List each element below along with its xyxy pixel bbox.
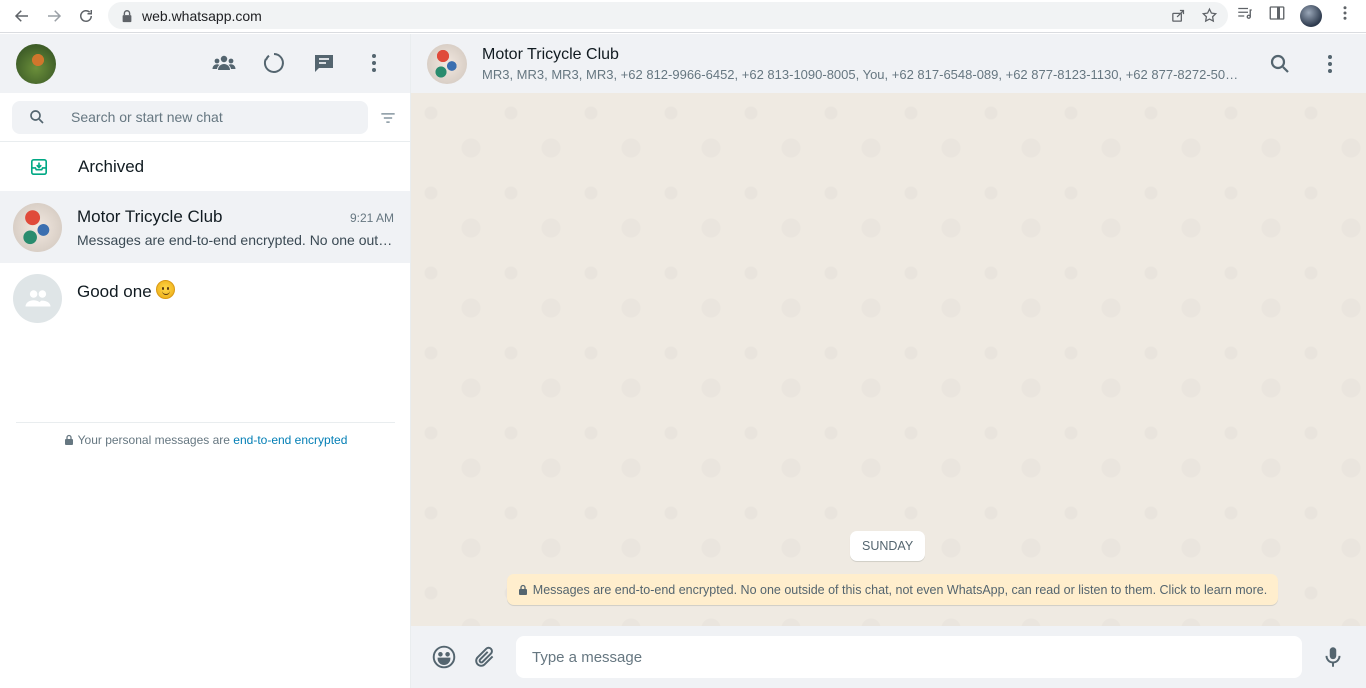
share-icon[interactable] (1170, 7, 1187, 29)
menu-icon[interactable] (1318, 52, 1342, 81)
encryption-note: Your personal messages are end-to-end en… (0, 433, 411, 447)
archive-icon (30, 158, 48, 175)
search-row (0, 93, 410, 142)
chat-last-message: Messages are end-to-end encrypted. No on… (77, 231, 394, 248)
group-avatar[interactable] (427, 43, 467, 84)
encryption-banner[interactable]: Messages are end-to-end encrypted. No on… (507, 574, 1278, 605)
encryption-link[interactable]: end-to-end encrypted (233, 433, 347, 447)
side-panel-icon[interactable] (1268, 4, 1286, 27)
archived-row[interactable]: Archived (0, 142, 410, 191)
url-text[interactable]: web.whatsapp.com (142, 8, 262, 24)
menu-icon[interactable] (362, 51, 386, 75)
search-icon (30, 110, 44, 124)
message-input[interactable] (516, 636, 1302, 678)
chat-time: 9:21 AM (349, 210, 394, 225)
profile-avatar[interactable] (1300, 4, 1322, 27)
chat-name: Motor Tricycle Club (77, 206, 223, 226)
search-box[interactable] (12, 100, 368, 134)
media-controls-icon[interactable] (1236, 4, 1254, 27)
conversation-panel: Motor Tricycle Club MR3, MR3, MR3, MR3, … (411, 34, 1366, 688)
group-placeholder-icon (25, 289, 50, 306)
search-icon[interactable] (1268, 52, 1292, 81)
message-composer (411, 626, 1366, 688)
emoji-icon[interactable] (431, 644, 457, 670)
chat-name: Good one (77, 282, 152, 301)
divider (16, 422, 395, 423)
message-area[interactable]: SUNDAY Messages are end-to-end encrypted… (411, 93, 1366, 626)
new-chat-icon[interactable] (312, 51, 336, 75)
search-input[interactable] (71, 109, 331, 125)
smiley-emoji-icon (155, 280, 175, 299)
conversation-name: Motor Tricycle Club (482, 45, 619, 63)
mic-icon[interactable] (1320, 644, 1346, 670)
community-icon[interactable] (212, 51, 236, 75)
my-profile-avatar[interactable] (16, 43, 56, 84)
address-bar[interactable]: web.whatsapp.com (108, 2, 1228, 29)
attach-icon[interactable] (472, 644, 498, 670)
default-group-avatar (13, 274, 62, 323)
lock-icon (122, 9, 132, 22)
chat-item-motor-tricycle-club[interactable]: Motor Tricycle Club 9:21 AM Messages are… (0, 191, 410, 263)
filter-icon[interactable] (378, 108, 398, 128)
encryption-note-text: Your personal messages are (77, 433, 230, 447)
bookmark-star-icon[interactable] (1201, 7, 1218, 29)
chrome-menu-icon[interactable] (1336, 4, 1354, 27)
browser-toolbar: web.whatsapp.com (0, 0, 1366, 33)
group-members: MR3, MR3, MR3, MR3, +62 812-9966-6452, +… (482, 66, 1242, 82)
chat-list-panel: Archived Motor Tricycle Club 9:21 AM Mes… (0, 34, 411, 688)
day-divider: SUNDAY (850, 531, 926, 561)
chat-item-good-one[interactable]: Good one (0, 263, 410, 335)
chat-avatar (13, 202, 62, 252)
conversation-header[interactable]: Motor Tricycle Club MR3, MR3, MR3, MR3, … (411, 34, 1366, 93)
lock-icon (518, 584, 527, 595)
lock-icon (64, 434, 73, 445)
forward-icon[interactable] (38, 1, 70, 31)
status-icon[interactable] (262, 51, 286, 75)
back-icon[interactable] (6, 1, 38, 31)
reload-icon[interactable] (70, 1, 102, 31)
encryption-banner-text: Messages are end-to-end encrypted. No on… (532, 582, 1268, 597)
archived-label: Archived (78, 156, 145, 176)
left-header (0, 34, 410, 93)
